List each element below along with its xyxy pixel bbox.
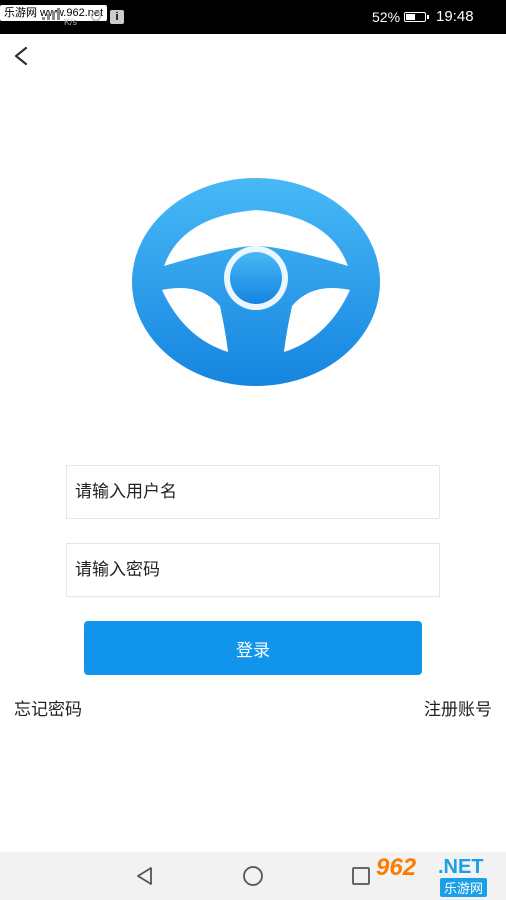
app-logo — [122, 158, 390, 406]
nav-home-button[interactable] — [241, 864, 265, 888]
network-speed-unit: K/s — [64, 17, 78, 27]
username-input[interactable] — [66, 465, 440, 519]
circle-home-icon — [243, 866, 263, 886]
login-button[interactable]: 登录 — [84, 621, 422, 675]
watermark-brand: 乐游网 — [440, 878, 488, 897]
forgot-password-link[interactable]: 忘记密码 — [14, 695, 82, 720]
triangle-back-icon — [137, 867, 152, 885]
watermark-number: 962 — [376, 854, 417, 881]
steering-wheel-icon — [132, 178, 380, 386]
register-account-link[interactable]: 注册账号 — [424, 695, 492, 720]
signal-icon — [42, 8, 60, 20]
chevron-left-icon — [14, 46, 28, 66]
battery-fill — [406, 14, 415, 20]
sync-icon — [90, 10, 102, 22]
password-input[interactable] — [66, 543, 440, 597]
back-button[interactable] — [6, 40, 38, 72]
info-icon: i — [110, 10, 124, 24]
watermark-logo: 962 .NET 乐游网 — [370, 852, 502, 898]
nav-back-button[interactable] — [133, 864, 157, 888]
watermark-domain: .NET — [438, 856, 484, 878]
status-bar: 乐游网 www.962.net K/s i 52% 19:48 — [0, 0, 506, 34]
battery-percent: 52% — [372, 9, 401, 25]
battery-icon — [404, 12, 429, 22]
clock: 19:48 — [436, 8, 474, 25]
